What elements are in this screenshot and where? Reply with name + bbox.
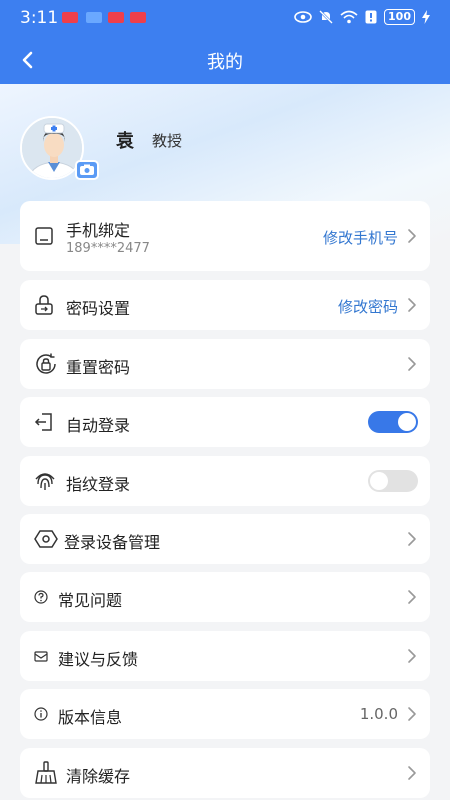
notification-icon [108, 12, 124, 23]
phone-number: 189****2477 [66, 241, 150, 256]
change-password-link[interactable]: 修改密码 [338, 296, 398, 317]
login-icon [34, 413, 52, 431]
chevron-right-icon [408, 229, 416, 243]
page-title: 我的 [207, 52, 243, 73]
menu-item-phone-binding[interactable]: 手机绑定 189****2477 修改手机号 [20, 201, 430, 271]
menu-item-label: 常见问题 [58, 591, 123, 610]
fingerprint-login-toggle[interactable] [368, 470, 418, 492]
menu-item-label: 清除缓存 [66, 767, 131, 786]
menu-item-clear-cache[interactable]: 清除缓存 [20, 748, 430, 798]
chevron-right-icon [408, 766, 416, 780]
phone-icon [35, 227, 53, 245]
version-value: 1.0.0 [359, 705, 398, 723]
chevron-right-icon [408, 357, 416, 371]
reset-lock-icon [36, 353, 56, 374]
user-name: 袁 [116, 131, 134, 152]
device-icon [34, 530, 58, 548]
menu-item-label: 自动登录 [66, 416, 131, 435]
wifi-icon [340, 10, 358, 24]
status-bar: 3:11 100 [0, 0, 450, 36]
camera-icon[interactable] [75, 160, 99, 180]
menu-item-reset-password[interactable]: 重置密码 [20, 339, 430, 389]
battery-indicator: 100 [384, 9, 415, 25]
auto-login-toggle[interactable] [368, 411, 418, 433]
user-role: 教授 [152, 132, 183, 150]
menu-item-faq[interactable]: 常见问题 [20, 572, 430, 622]
chevron-right-icon [408, 649, 416, 663]
eye-icon [294, 11, 312, 23]
menu-item-label: 登录设备管理 [64, 533, 161, 552]
lock-icon [35, 295, 53, 315]
menu-item-feedback[interactable]: 建议与反馈 [20, 631, 430, 681]
notification-icon [130, 12, 146, 23]
change-phone-link[interactable]: 修改手机号 [323, 227, 398, 248]
menu-item-label: 版本信息 [58, 708, 123, 727]
menu-item-label: 手机绑定 [66, 221, 131, 240]
chevron-right-icon [408, 532, 416, 546]
menu-item-label: 建议与反馈 [58, 650, 139, 669]
notification-icon [62, 12, 78, 23]
question-icon [34, 590, 48, 604]
menu-item-label: 重置密码 [66, 358, 131, 377]
chevron-right-icon [408, 298, 416, 312]
notification-icon [86, 12, 102, 23]
avatar[interactable] [20, 116, 100, 180]
menu-item-label: 密码设置 [66, 299, 131, 318]
chevron-right-icon [408, 707, 416, 721]
app-bar: 我的 [0, 36, 450, 84]
menu-item-password-settings[interactable]: 密码设置 修改密码 [20, 280, 430, 330]
menu-item-auto-login: 自动登录 [20, 397, 430, 447]
mail-icon [34, 651, 48, 662]
status-time: 3:11 [20, 8, 59, 28]
chevron-right-icon [408, 590, 416, 604]
charging-icon [422, 10, 430, 24]
menu-item-label: 指纹登录 [66, 475, 131, 494]
broom-icon [35, 761, 57, 784]
menu-item-version-info[interactable]: 版本信息 1.0.0 [20, 689, 430, 739]
menu-item-device-management[interactable]: 登录设备管理 [20, 514, 430, 564]
mute-icon [319, 10, 333, 24]
info-icon [34, 707, 48, 721]
fingerprint-icon [35, 473, 55, 490]
menu-item-fingerprint-login: 指纹登录 [20, 456, 430, 506]
alert-icon [365, 10, 377, 24]
